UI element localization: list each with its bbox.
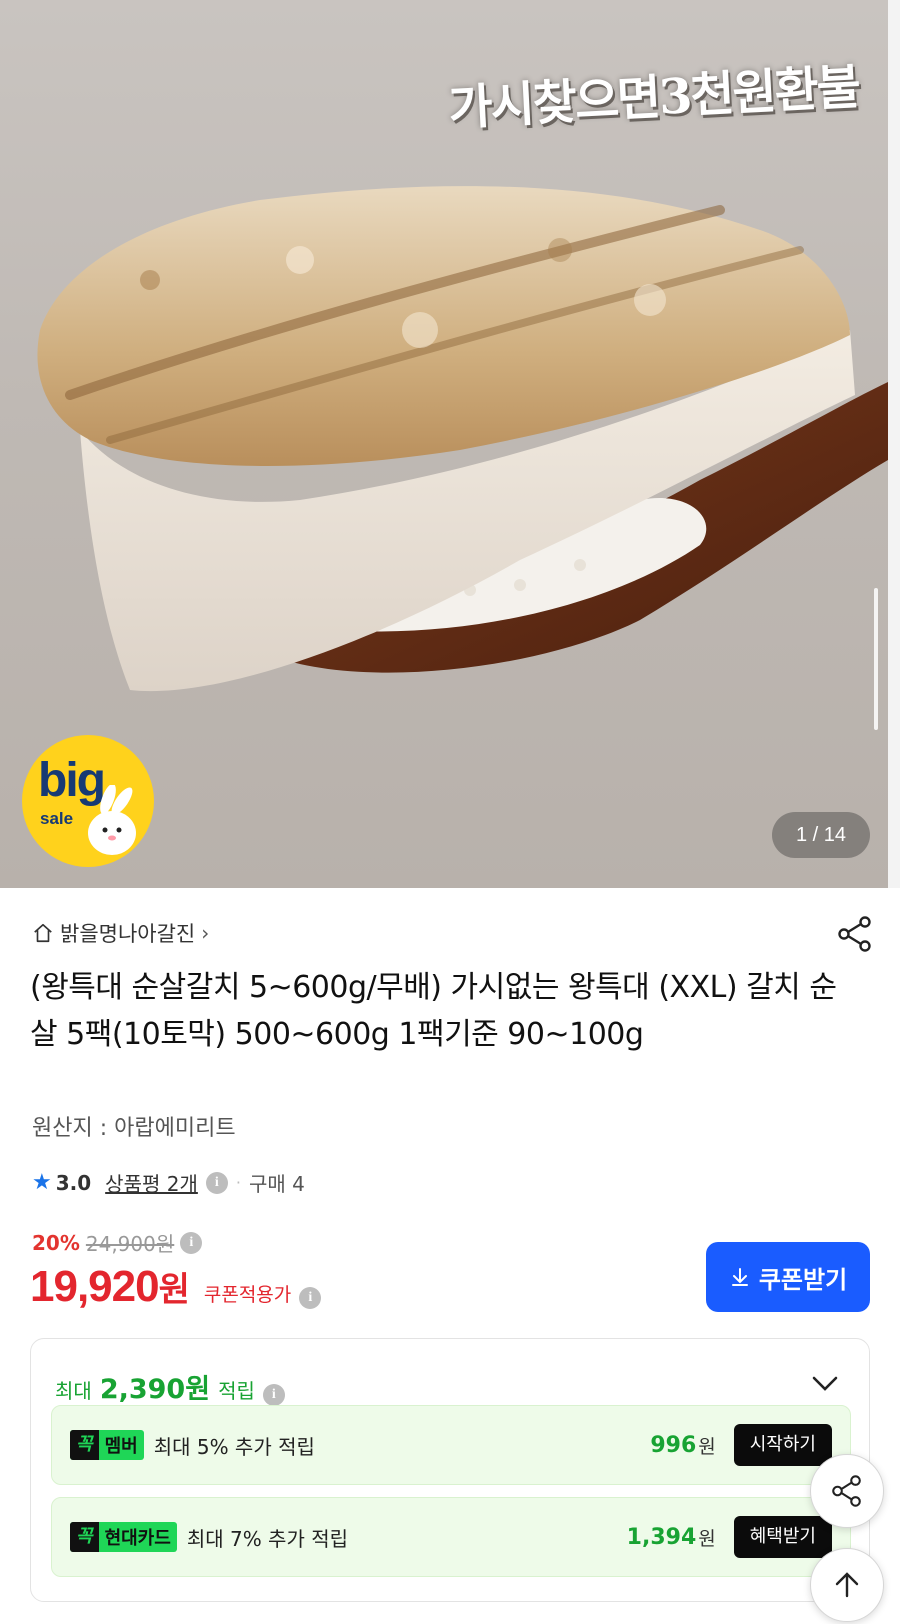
coupon-button-label: 쿠폰받기 [758,1265,848,1294]
original-price: 24,900원 [85,1232,175,1256]
benefit-member-row: 꼭 멤버 최대 5% 추가 적립 996 원 시작하기 [51,1405,851,1485]
arrow-up-icon [835,1572,859,1598]
coupon-price-label: 쿠폰적용가 [203,1284,292,1306]
info-icon[interactable]: i [205,1171,228,1194]
separator-dot: · [235,1173,241,1192]
star-icon: ★ [32,1170,52,1195]
reward-prefix: 최대 [55,1379,92,1403]
benefit-card-row: 꼭 현대카드 최대 7% 추가 적립 1,394 원 혜택받기 [51,1497,851,1577]
rating-score: 3.0 [55,1170,92,1195]
benefit-points: 996 [650,1432,697,1458]
tag-label: 멤버 [104,1436,138,1457]
sale-price: 19,920 [30,1262,160,1311]
big-sale-badge: big sale [22,735,154,867]
get-coupon-button[interactable]: 쿠폰받기 [706,1242,870,1312]
reward-amount: 2,390원 [99,1374,211,1405]
reward-card: 최대 2,390원 적립 i 꼭 멤버 최대 5% 추가 적립 996 원 시작… [30,1338,870,1602]
product-title: (왕특대 순살갈치 5~600g/무배) 가시없는 왕특대 (XXL) 갈치 순… [30,970,837,1052]
original-price-row: 20% 24,900원 i [32,1228,203,1257]
benefit-won: 원 [698,1527,716,1550]
benefit-description: 최대 5% 추가 적립 [153,1434,315,1459]
product-origin: 원산지 : 아랍에미리트 [32,1116,236,1141]
home-icon [34,923,52,943]
share-icon[interactable] [836,915,874,953]
reviews-link[interactable]: 상품평 2개 [105,1168,198,1197]
floating-share-button[interactable] [810,1454,884,1528]
tag-label: 현대카드 [104,1528,171,1549]
rabbit-icon [88,785,136,855]
carousel-scroll-indicator [874,588,878,730]
share-icon [832,1475,861,1507]
chevron-down-icon[interactable] [811,1373,839,1393]
discount-rate: 20% [32,1230,80,1255]
seller-chevron: › [201,921,210,945]
benefit-description: 최대 7% 추가 적립 [186,1526,349,1551]
reward-suffix: 적립 [218,1379,255,1403]
product-image-carousel[interactable]: 가시찾으면3천원환불 big sale 1 / 14 [0,0,900,888]
benefit-won: 원 [698,1435,716,1458]
tag-mark: 꼭 [70,1430,99,1460]
info-icon[interactable]: i [180,1231,203,1254]
purchase-count: 구매 4 [248,1172,305,1196]
info-icon[interactable]: i [262,1384,285,1406]
member-tag: 꼭 멤버 [70,1430,144,1460]
tag-mark: 꼭 [70,1522,99,1552]
seller-link[interactable]: 밝을명나아갈진 › [32,918,209,948]
sale-price-row: 19,920 원 쿠폰적용가 i [30,1262,322,1312]
image-edge [888,0,900,888]
rating-row: ★ 3.0 상품평 2개 i · 구매 4 [32,1168,305,1197]
image-page-counter: 1 / 14 [772,812,870,858]
badge-sale-text: sale [40,809,74,828]
info-icon[interactable]: i [299,1287,322,1309]
get-benefit-button[interactable]: 혜택받기 [733,1516,832,1558]
scroll-to-top-button[interactable] [810,1548,884,1622]
price-unit: 원 [158,1270,190,1310]
benefit-points: 1,394 [626,1524,697,1550]
reward-summary[interactable]: 최대 2,390원 적립 i [55,1367,285,1406]
seller-name: 밝을명나아갈진 [60,922,196,946]
download-icon [731,1268,748,1286]
card-tag: 꼭 현대카드 [70,1522,177,1552]
start-button[interactable]: 시작하기 [733,1424,832,1466]
